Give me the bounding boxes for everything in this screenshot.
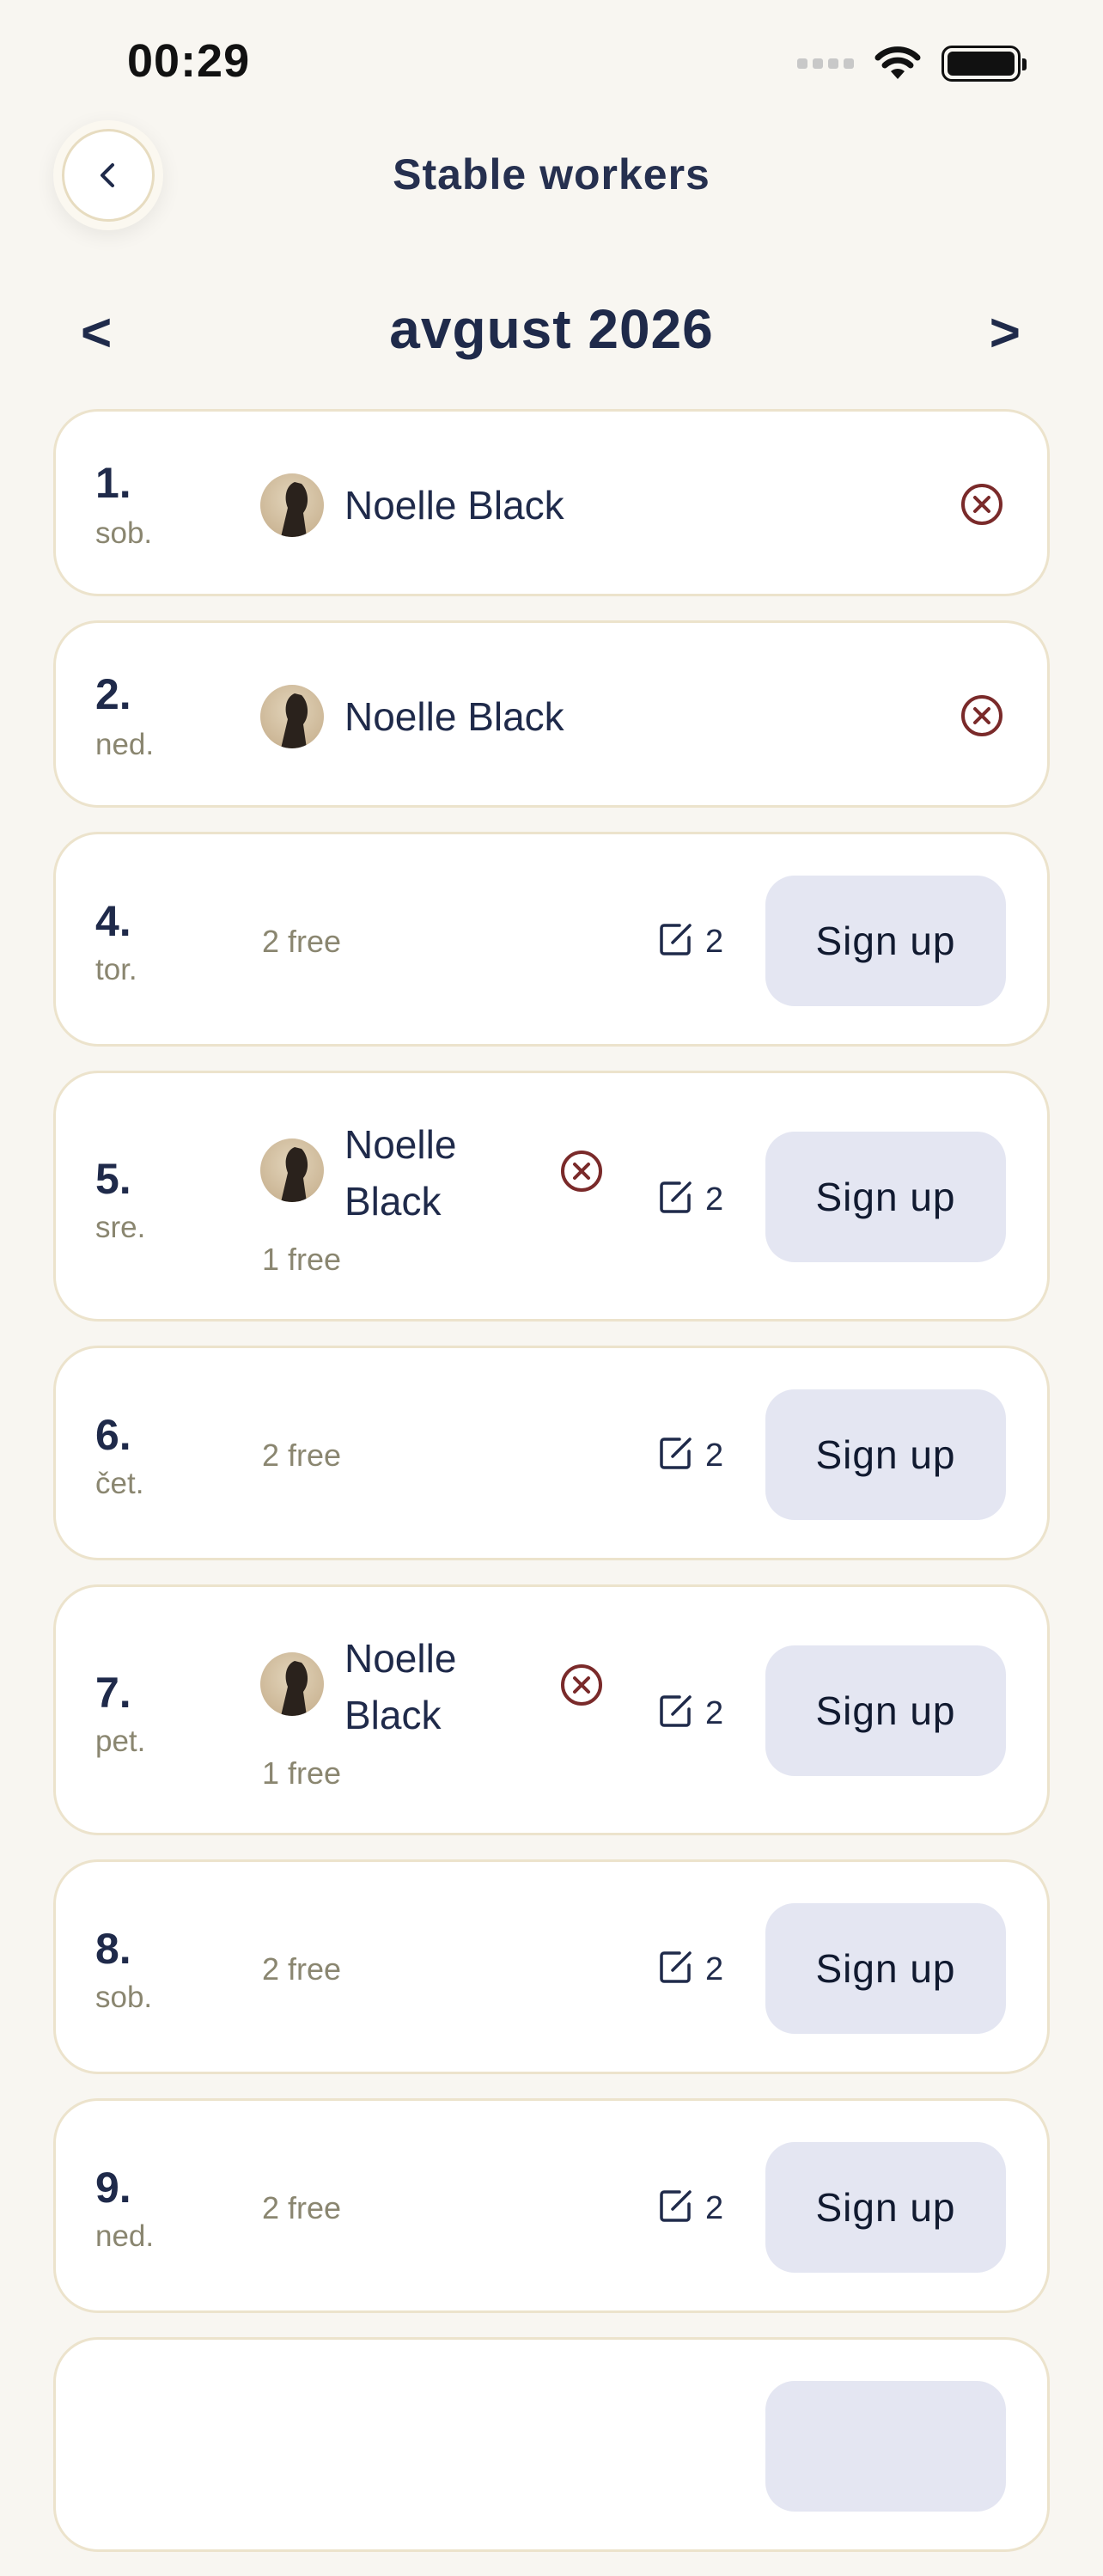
day-name: sre. bbox=[95, 1211, 146, 1244]
worker-first-name: Noelle bbox=[344, 1636, 457, 1681]
remove-worker-icon[interactable] bbox=[558, 1147, 606, 1195]
sign-up-button-partial[interactable] bbox=[765, 2381, 1006, 2512]
day-card: 4. tor. 2 free 2 Sign up bbox=[53, 832, 1050, 1047]
day-list: 1. sob. Noelle Black 2. ned. Noelle Blac… bbox=[53, 409, 1050, 2576]
day-card: 7. pet. Noelle Black 1 free 2 Sign up bbox=[53, 1584, 1050, 1835]
edit-icon bbox=[660, 1181, 692, 1213]
header: Stable workers bbox=[0, 120, 1103, 234]
remove-worker-icon[interactable] bbox=[958, 480, 1006, 528]
sign-up-button[interactable]: Sign up bbox=[765, 876, 1006, 1006]
free-slots-text: 2 free bbox=[262, 1438, 342, 1473]
day-number: 7. bbox=[95, 1669, 131, 1717]
worker-name: Noelle Black bbox=[344, 483, 564, 528]
remove-worker-icon[interactable] bbox=[958, 692, 1006, 740]
free-slots-text: 2 free bbox=[262, 2190, 342, 2225]
day-number: 9. bbox=[95, 2164, 131, 2212]
slot-count: 2 bbox=[705, 1951, 724, 1987]
day-number: 8. bbox=[95, 1925, 131, 1973]
free-slots-text: 1 free bbox=[262, 1242, 342, 1277]
slot-count: 2 bbox=[705, 1181, 724, 1218]
day-name: čet. bbox=[95, 1467, 144, 1500]
slot-count: 2 bbox=[705, 2190, 724, 2226]
day-number: 5. bbox=[95, 1155, 131, 1203]
remove-worker-icon[interactable] bbox=[558, 1661, 606, 1709]
slot-count: 2 bbox=[705, 1695, 724, 1731]
cellular-signal-icon bbox=[797, 58, 854, 69]
day-card: 2. ned. Noelle Black bbox=[53, 620, 1050, 808]
page-title: Stable workers bbox=[393, 150, 710, 198]
worker-name: Noelle Black bbox=[344, 1116, 456, 1230]
slot-count: 2 bbox=[705, 1438, 724, 1474]
avatar bbox=[260, 1138, 324, 1202]
edit-icon bbox=[660, 2190, 692, 2222]
day-name: sob. bbox=[95, 1981, 153, 2014]
sign-up-button[interactable]: Sign up bbox=[765, 1389, 1006, 1520]
month-navigation: < avgust 2026 > bbox=[0, 297, 1103, 375]
day-name: ned. bbox=[95, 728, 155, 761]
slot-count: 2 bbox=[705, 924, 724, 960]
battery-icon bbox=[942, 46, 1027, 82]
free-slots-text: 1 free bbox=[262, 1755, 342, 1791]
status-bar: 00:29 bbox=[0, 0, 1103, 129]
sign-up-button[interactable]: Sign up bbox=[765, 1903, 1006, 2034]
day-name: pet. bbox=[95, 1724, 146, 1758]
worker-name: Noelle Black bbox=[344, 694, 564, 739]
day-number: 1. bbox=[95, 459, 131, 507]
sign-up-button[interactable]: Sign up bbox=[765, 2142, 1006, 2273]
edit-icon bbox=[660, 1438, 692, 1469]
day-name: tor. bbox=[95, 953, 137, 986]
sign-up-button[interactable]: Sign up bbox=[765, 1645, 1006, 1776]
edit-icon bbox=[660, 1951, 692, 1983]
day-name: ned. bbox=[95, 2219, 155, 2253]
worker-name: Noelle Black bbox=[344, 1630, 456, 1743]
worker-last-name: Black bbox=[344, 1693, 442, 1737]
day-card-partial bbox=[53, 2337, 1050, 2552]
free-slots-text: 2 free bbox=[262, 1951, 342, 1987]
day-number: 4. bbox=[95, 897, 131, 945]
day-card: 8. sob. 2 free 2 Sign up bbox=[53, 1859, 1050, 2074]
worker-first-name: Noelle bbox=[344, 1122, 457, 1167]
sign-up-button[interactable]: Sign up bbox=[765, 1132, 1006, 1262]
wifi-icon bbox=[874, 46, 921, 79]
worker-last-name: Black bbox=[344, 1179, 442, 1224]
status-time: 00:29 bbox=[127, 35, 251, 87]
day-name: sob. bbox=[95, 516, 153, 550]
avatar bbox=[260, 1652, 324, 1716]
next-month-button[interactable]: > bbox=[990, 302, 1021, 363]
day-card: 9. ned. 2 free 2 Sign up bbox=[53, 2098, 1050, 2313]
avatar bbox=[260, 685, 324, 748]
month-label: avgust 2026 bbox=[389, 298, 714, 360]
day-number: 2. bbox=[95, 670, 131, 718]
edit-icon bbox=[660, 924, 692, 955]
edit-icon bbox=[660, 1695, 692, 1727]
status-icons bbox=[797, 45, 1027, 82]
day-card: 6. čet. 2 free 2 Sign up bbox=[53, 1346, 1050, 1560]
free-slots-text: 2 free bbox=[262, 924, 342, 959]
day-card: 5. sre. Noelle Black 1 free 2 Sign up bbox=[53, 1071, 1050, 1322]
day-card: 1. sob. Noelle Black bbox=[53, 409, 1050, 596]
day-number: 6. bbox=[95, 1411, 131, 1459]
avatar bbox=[260, 473, 324, 537]
